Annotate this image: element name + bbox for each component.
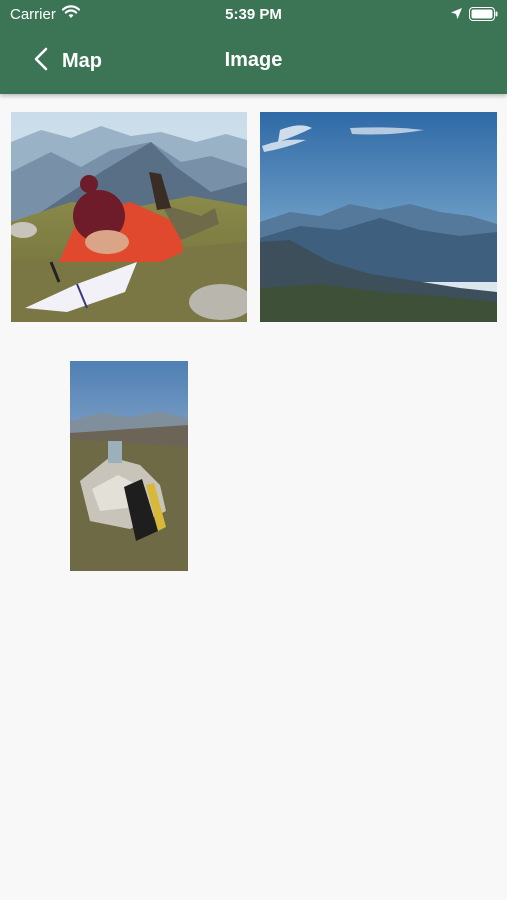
photo-person-writing-on-mountain[interactable] [11,112,247,322]
navigation-bar: Map Image [0,40,507,82]
photo-mountain-range-blue-sky[interactable] [260,112,497,322]
status-bar: Carrier 5:39 PM [0,0,507,28]
location-arrow-icon [450,7,463,24]
page-title: Image [224,49,283,71]
app-header: Carrier 5:39 PM Map Image [0,0,507,94]
status-time: 5:39 PM [225,6,282,23]
battery-icon [469,7,498,25]
photo-stone-cairn-with-backpack[interactable] [70,361,188,571]
